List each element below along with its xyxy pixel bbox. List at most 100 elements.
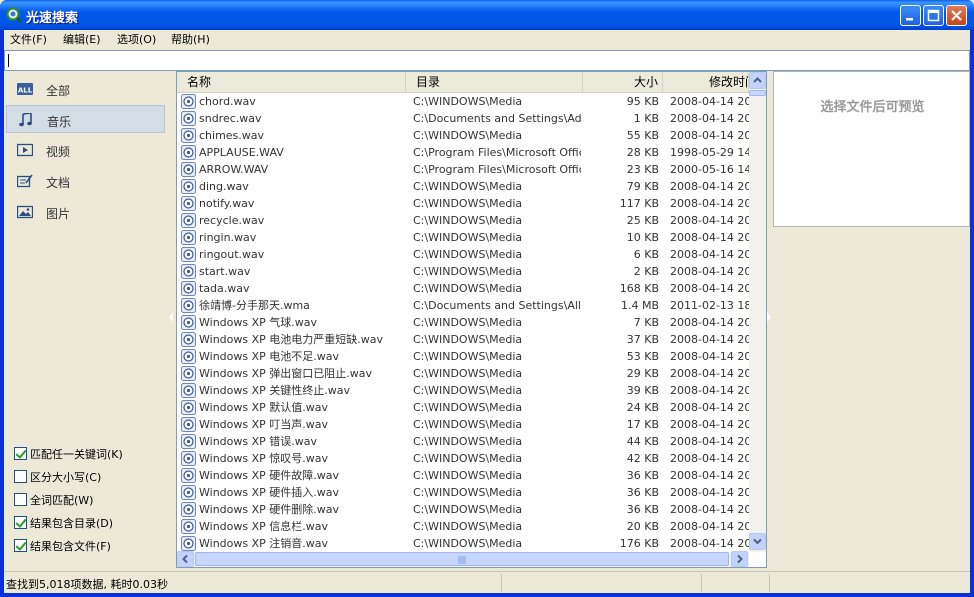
file-name: ding.wav	[199, 180, 249, 193]
table-row[interactable]: APPLAUSE.WAV C:\Program Files\Microsoft O…	[177, 144, 749, 161]
table-row[interactable]: ringin.wav C:\WINDOWS\Media 10 KB 2008-04-1…	[177, 229, 749, 246]
file-modified: 2011-02-13 18:...	[670, 299, 749, 312]
file-name: APPLAUSE.WAV	[199, 146, 284, 159]
file-name: notify.wav	[199, 197, 255, 210]
table-row[interactable]: 徐靖博-分手那天.wma C:\Documents and Settings\Al…	[177, 297, 749, 314]
file-directory: C:\WINDOWS\Media	[413, 316, 523, 329]
menu-help[interactable]: 帮助(H)	[171, 32, 210, 47]
horizontal-scroll-thumb[interactable]	[195, 552, 729, 566]
search-input[interactable]	[4, 50, 970, 71]
table-row[interactable]: notify.wav C:\WINDOWS\Media 117 KB 2008-04-…	[177, 195, 749, 212]
table-row[interactable]: ARROW.WAV C:\Program Files\Microsoft Offi…	[177, 161, 749, 178]
file-name: ARROW.WAV	[199, 163, 269, 176]
preview-pane: 选择文件后可预览	[773, 71, 970, 227]
scroll-up-button[interactable]	[749, 72, 766, 89]
column-directory[interactable]: 目录	[406, 72, 583, 92]
category-music[interactable]: 音乐	[6, 105, 165, 133]
table-row[interactable]: Windows XP 信息栏.wav C:\WINDOWS\Media 20 KB 2…	[177, 518, 749, 535]
file-name: ringin.wav	[199, 231, 257, 244]
table-row[interactable]: Windows XP 硬件插入.wav C:\WINDOWS\Media 36 KB…	[177, 484, 749, 501]
file-size: 168 KB	[619, 282, 659, 295]
file-directory: C:\Program Files\Microsoft Offic...	[413, 146, 581, 159]
category-all[interactable]: ALL 全部	[6, 75, 165, 103]
column-size[interactable]: 大小	[583, 72, 663, 92]
status-divider	[701, 574, 702, 592]
file-modified: 2008-04-14 20:...	[670, 316, 749, 329]
maximize-button[interactable]	[923, 5, 944, 26]
minimize-button[interactable]	[900, 5, 921, 26]
table-row[interactable]: chimes.wav C:\WINDOWS\Media 55 KB 2008-04-1…	[177, 127, 749, 144]
table-row[interactable]: chord.wav C:\WINDOWS\Media 95 KB 2008-04-14…	[177, 93, 749, 110]
file-modified: 2008-04-14 20:...	[670, 333, 749, 346]
file-size: 44 KB	[626, 435, 659, 448]
menu-file[interactable]: 文件(F)	[10, 32, 47, 47]
status-text: 查找到5,018项数据, 耗时0.03秒	[6, 578, 168, 591]
file-name: recycle.wav	[199, 214, 265, 227]
file-size: 36 KB	[626, 469, 659, 482]
close-button[interactable]	[946, 5, 967, 26]
horizontal-scrollbar[interactable]	[177, 551, 749, 567]
table-row[interactable]: Windows XP 默认值.wav C:\WINDOWS\Media 24 KB 2…	[177, 399, 749, 416]
table-row[interactable]: Windows XP 电池不足.wav C:\WINDOWS\Media 53 KB…	[177, 348, 749, 365]
title-bar[interactable]: 光速搜索	[0, 0, 974, 30]
option-label: 全词匹配(W)	[30, 494, 94, 507]
file-modified: 2008-04-14 20:...	[670, 452, 749, 465]
audio-file-icon	[181, 162, 196, 177]
audio-file-icon	[181, 485, 196, 500]
table-row[interactable]: recycle.wav C:\WINDOWS\Media 25 KB 2008-04-…	[177, 212, 749, 229]
table-row[interactable]: Windows XP 硬件故障.wav C:\WINDOWS\Media 36 KB…	[177, 467, 749, 484]
table-row[interactable]: Windows XP 错误.wav C:\WINDOWS\Media 44 KB 20…	[177, 433, 749, 450]
chevron-right-icon	[737, 554, 743, 564]
category-sidebar: ALL 全部 音乐 视频 文档 图片 匹配任一关键词(K) 区分大小写(C) 全…	[4, 72, 172, 569]
audio-file-icon	[181, 332, 196, 347]
table-row[interactable]: Windows XP 弹出窗口已阻止.wav C:\WINDOWS\Media 29…	[177, 365, 749, 382]
category-video-label: 视频	[46, 145, 71, 159]
table-row[interactable]: Windows XP 注销音.wav C:\WINDOWS\Media 176 KB…	[177, 535, 749, 552]
menu-options[interactable]: 选项(O)	[117, 32, 156, 47]
table-row[interactable]: sndrec.wav C:\Documents and Settings\Ad..…	[177, 110, 749, 127]
checkbox[interactable]	[14, 539, 27, 552]
file-directory: C:\WINDOWS\Media	[413, 452, 523, 465]
collapse-left-arrow-icon[interactable]	[169, 312, 174, 322]
table-row[interactable]: Windows XP 叮当声.wav C:\WINDOWS\Media 17 KB 2…	[177, 416, 749, 433]
table-row[interactable]: Windows XP 气球.wav C:\WINDOWS\Media 7 KB 200…	[177, 314, 749, 331]
scroll-left-button[interactable]	[177, 551, 194, 567]
category-picture[interactable]: 图片	[6, 198, 165, 226]
table-row[interactable]: Windows XP 关键性终止.wav C:\WINDOWS\Media 39 K…	[177, 382, 749, 399]
audio-file-icon	[181, 145, 196, 160]
column-name[interactable]: 名称	[177, 72, 406, 92]
file-modified: 2008-04-14 20:...	[670, 537, 749, 550]
file-modified: 2008-04-14 20:...	[670, 401, 749, 414]
scroll-right-button[interactable]	[731, 551, 748, 567]
table-row[interactable]: ding.wav C:\WINDOWS\Media 79 KB 2008-04-14 …	[177, 178, 749, 195]
category-video[interactable]: 视频	[6, 136, 165, 164]
table-row[interactable]: Windows XP 电池电力严重短缺.wav C:\WINDOWS\Media 3…	[177, 331, 749, 348]
vertical-scrollbar[interactable]	[749, 72, 766, 552]
checkbox[interactable]	[14, 516, 27, 529]
vertical-scroll-thumb[interactable]	[749, 90, 766, 96]
checkbox[interactable]	[14, 447, 27, 460]
file-name: Windows XP 弹出窗口已阻止.wav	[199, 367, 373, 380]
file-modified: 2008-04-14 20:...	[670, 248, 749, 261]
file-name: Windows XP 信息栏.wav	[199, 520, 329, 533]
all-icon: ALL	[17, 83, 33, 95]
menu-edit[interactable]: 编辑(E)	[63, 32, 101, 47]
table-row[interactable]: ringout.wav C:\WINDOWS\Media 6 KB 2008-04-1…	[177, 246, 749, 263]
table-row[interactable]: start.wav C:\WINDOWS\Media 2 KB 2008-04-14 …	[177, 263, 749, 280]
table-row[interactable]: Windows XP 惊叹号.wav C:\WINDOWS\Media 42 KB 2…	[177, 450, 749, 467]
audio-file-icon	[181, 247, 196, 262]
file-name: sndrec.wav	[199, 112, 262, 125]
file-size: 36 KB	[626, 503, 659, 516]
table-row[interactable]: tada.wav C:\WINDOWS\Media 168 KB 2008-04-14…	[177, 280, 749, 297]
scroll-down-button[interactable]	[749, 533, 766, 550]
category-document[interactable]: 文档	[6, 167, 165, 195]
collapse-right-arrow-icon[interactable]	[767, 312, 772, 322]
category-all-label: 全部	[46, 84, 71, 98]
table-row[interactable]: Windows XP 硬件删除.wav C:\WINDOWS\Media 36 KB…	[177, 501, 749, 518]
checkbox[interactable]	[14, 470, 27, 483]
column-modified[interactable]: 修改时间	[663, 72, 749, 92]
checkbox[interactable]	[14, 493, 27, 506]
audio-file-icon	[181, 536, 196, 551]
file-directory: C:\WINDOWS\Media	[413, 435, 523, 448]
file-size: 23 KB	[626, 163, 659, 176]
